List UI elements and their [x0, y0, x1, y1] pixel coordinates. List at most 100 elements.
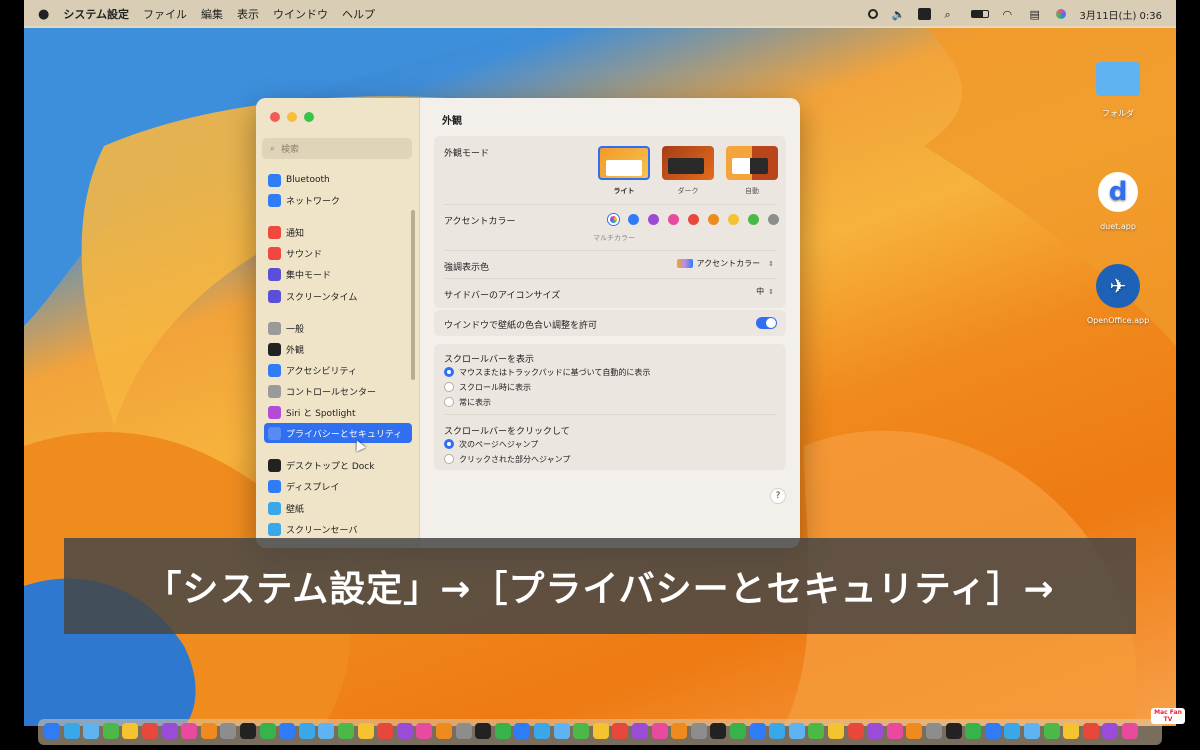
dock-app-icon[interactable]	[906, 723, 923, 739]
dock-app-icon[interactable]	[808, 723, 825, 739]
siri-icon[interactable]	[1056, 9, 1067, 19]
radio-jump-clicked-spot[interactable]	[444, 454, 454, 464]
dock-app-icon[interactable]	[142, 723, 158, 739]
accent-color-swatch[interactable]	[688, 214, 699, 225]
sidebar-item-13[interactable]: ディスプレイ	[264, 476, 412, 496]
sidebar-item-3[interactable]: サウンド	[264, 243, 412, 263]
dock-app-icon[interactable]	[710, 723, 727, 739]
radio-jump-next-page-label[interactable]: 次のページへジャンプ	[459, 439, 538, 450]
wallpaper-tint-toggle[interactable]	[756, 317, 777, 329]
sidebar-item-2[interactable]: 通知	[264, 222, 412, 242]
accent-color-swatch[interactable]	[668, 214, 679, 225]
radio-scroll-auto-label[interactable]: マウスまたはトラックパッドに基づいて自動的に表示	[459, 367, 650, 378]
menu-help[interactable]: ヘルプ	[342, 6, 375, 22]
accent-color-swatch[interactable]	[708, 214, 719, 225]
battery-icon[interactable]	[971, 10, 990, 18]
dock-app-icon[interactable]	[1004, 723, 1021, 739]
sidebar-item-7[interactable]: 外観	[264, 339, 412, 359]
dock-app-icon[interactable]	[377, 723, 394, 739]
dock-app-icon[interactable]	[788, 723, 805, 739]
dock-app-icon[interactable]	[416, 723, 433, 739]
accent-color-swatch[interactable]	[628, 214, 639, 225]
dock-app-icon[interactable]	[612, 723, 629, 739]
dock-app-icon[interactable]	[592, 723, 609, 739]
accent-color-swatch[interactable]	[728, 214, 739, 225]
accent-color-swatch[interactable]	[648, 214, 659, 225]
sidebar-icon-size-select[interactable]: 中 ⇕	[756, 286, 774, 297]
dock-app-icon[interactable]	[181, 723, 198, 739]
menu-window[interactable]: ウインドウ	[273, 6, 328, 22]
sidebar-item-9[interactable]: コントロールセンター	[264, 381, 412, 401]
dock-app-icon[interactable]	[1063, 723, 1080, 739]
dock-app-icon[interactable]	[102, 723, 119, 739]
sidebar-item-1[interactable]: ネットワーク	[264, 190, 412, 210]
sidebar-item-14[interactable]: 壁紙	[264, 498, 412, 518]
sidebar-item-12[interactable]: デスクトップと Dock	[264, 455, 412, 475]
dock-app-icon[interactable]	[161, 723, 178, 739]
accent-color-swatch[interactable]	[768, 214, 779, 225]
dock-app-icon[interactable]	[63, 723, 80, 739]
dock-app-icon[interactable]	[984, 723, 1001, 739]
dock-app-icon[interactable]	[534, 723, 550, 739]
sidebar-item-6[interactable]: 一般	[264, 318, 412, 338]
dock-app-icon[interactable]	[651, 723, 668, 739]
sidebar-item-8[interactable]: アクセシビリティ	[264, 360, 412, 380]
dock-app-icon[interactable]	[436, 723, 452, 739]
dock-app-icon[interactable]	[494, 723, 511, 739]
dock-app-icon[interactable]	[886, 723, 903, 739]
dock-app-icon[interactable]	[730, 723, 746, 739]
desktop-folder[interactable]: フォルダ	[1078, 62, 1158, 119]
dock-app-icon[interactable]	[220, 723, 237, 739]
dock-app-icon[interactable]	[357, 723, 374, 739]
radio-scroll-always-label[interactable]: 常に表示	[459, 397, 491, 408]
search-icon[interactable]: ⌕	[944, 8, 958, 21]
dock-app-icon[interactable]	[632, 723, 648, 739]
dock-app-icon[interactable]	[475, 723, 492, 739]
mode-dark-thumbnail[interactable]	[662, 146, 714, 180]
dock-app-icon[interactable]	[945, 723, 962, 739]
sidebar-item-10[interactable]: Siri と Spotlight	[264, 402, 412, 422]
close-button[interactable]	[270, 112, 280, 122]
control-center-icon[interactable]: ▤	[1029, 8, 1043, 21]
dock-app-icon[interactable]	[259, 723, 276, 739]
dock-app-icon[interactable]	[240, 723, 256, 739]
radio-jump-next-page[interactable]	[444, 439, 454, 449]
desktop-openoffice[interactable]: ✈ OpenOffice.app	[1078, 264, 1158, 325]
dock-app-icon[interactable]	[690, 723, 707, 739]
desktop-duet[interactable]: d duet.app	[1078, 172, 1158, 231]
sidebar-item-5[interactable]: スクリーンタイム	[264, 286, 412, 306]
dock-app-icon[interactable]	[44, 723, 60, 739]
radio-scroll-always[interactable]	[444, 397, 454, 407]
dock-app-icon[interactable]	[1043, 723, 1060, 739]
dock-app-icon[interactable]	[455, 723, 472, 739]
sidebar-item-11[interactable]: プライバシーとセキュリティ	[264, 423, 412, 443]
highlight-color-select[interactable]: アクセントカラー ⇕	[676, 258, 774, 269]
dock-app-icon[interactable]	[396, 723, 413, 739]
search-input[interactable]: ⌕ 検索	[262, 138, 412, 159]
menu-app-name[interactable]: システム設定	[63, 6, 129, 22]
dock-app-icon[interactable]	[200, 723, 217, 739]
menu-file[interactable]: ファイル	[143, 6, 187, 22]
dock-app-icon[interactable]	[514, 723, 531, 739]
dock-app-icon[interactable]	[671, 723, 688, 739]
dock-app-icon[interactable]	[1024, 723, 1040, 739]
minimize-button[interactable]	[287, 112, 297, 122]
dock-app-icon[interactable]	[122, 723, 139, 739]
dock-app-icon[interactable]	[926, 723, 942, 739]
radio-scroll-when-scrolling[interactable]	[444, 382, 454, 392]
wifi-icon[interactable]: ◠	[1002, 8, 1016, 21]
sidebar-item-15[interactable]: スクリーンセーバ	[264, 519, 412, 539]
dock-app-icon[interactable]	[847, 723, 864, 739]
accent-multicolor-swatch[interactable]	[608, 214, 619, 225]
dock-app-icon[interactable]	[318, 723, 335, 739]
radio-scroll-when-scrolling-label[interactable]: スクロール時に表示	[459, 382, 531, 393]
mode-light-thumbnail[interactable]	[598, 146, 650, 180]
help-button[interactable]: ?	[770, 488, 786, 504]
dock-app-icon[interactable]	[298, 723, 315, 739]
sidebar-item-0[interactable]: Bluetooth	[264, 170, 412, 190]
dock-app-icon[interactable]	[83, 723, 100, 739]
menu-view[interactable]: 表示	[237, 6, 259, 22]
dock-app-icon[interactable]	[965, 723, 982, 739]
sidebar-item-4[interactable]: 集中モード	[264, 264, 412, 284]
radio-scroll-auto[interactable]	[444, 367, 454, 377]
